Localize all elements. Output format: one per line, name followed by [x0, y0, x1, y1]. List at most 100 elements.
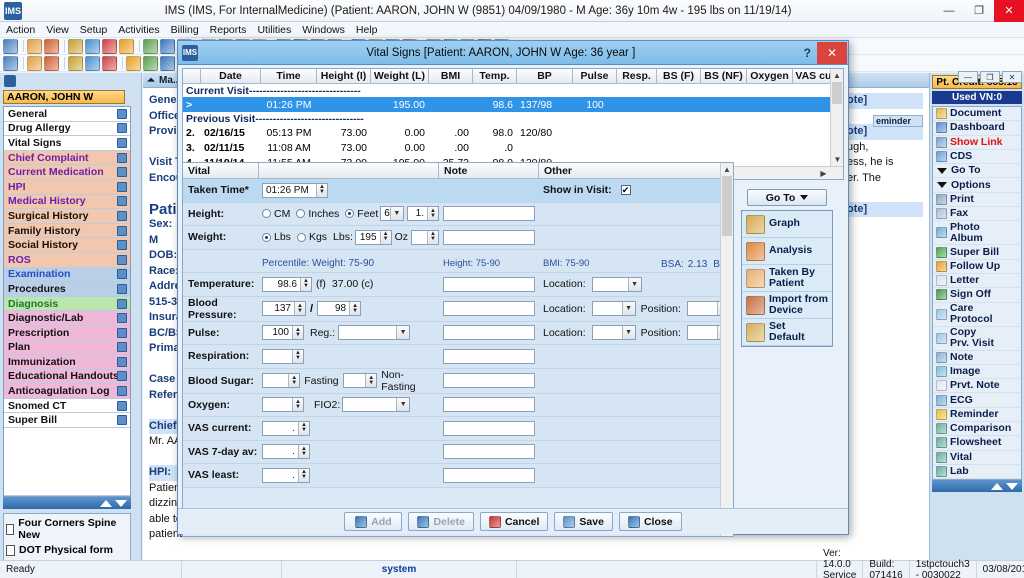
- sidebar-item-social-history[interactable]: Social History: [4, 238, 130, 253]
- bs-fasting-spinner-icon[interactable]: ▲ ▼: [288, 374, 300, 387]
- height-unit-feet-radio[interactable]: [345, 209, 355, 219]
- grid-row[interactable]: >01:26 PM 195.00 98.6 137/98 100: [183, 97, 843, 112]
- close-button[interactable]: Close: [618, 512, 682, 531]
- menu-item-setup[interactable]: Setup: [80, 24, 107, 36]
- temp-location-select[interactable]: ▼: [591, 276, 642, 292]
- section-doc-icon[interactable]: [117, 210, 127, 221]
- right-item-follow-up[interactable]: Follow Up: [933, 260, 1021, 274]
- sidebar-item-diagnosis[interactable]: Diagnosis: [4, 296, 130, 312]
- grid-column-header[interactable]: Oxygen: [747, 69, 793, 83]
- height-inches-spinner-icon[interactable]: ▲ ▼: [427, 207, 438, 221]
- grid-column-header[interactable]: Pulse: [573, 69, 617, 83]
- sidebar-item-vital-signs[interactable]: Vital Signs: [4, 136, 130, 151]
- section-doc-icon[interactable]: [117, 298, 127, 309]
- menu-item-action[interactable]: Action: [6, 24, 35, 36]
- right-item-flowsheet[interactable]: Flowsheet: [933, 436, 1021, 451]
- blood-sugar-fasting-input[interactable]: ▲ ▼: [262, 373, 301, 388]
- blood-sugar-nonfasting-input[interactable]: ▲ ▼: [342, 373, 378, 388]
- goto-dropdown-button[interactable]: Go To: [747, 189, 827, 206]
- sidebar-item-surgical-history[interactable]: Surgical History: [4, 209, 130, 224]
- right-item-options[interactable]: Options: [933, 178, 1021, 193]
- section-doc-icon[interactable]: [117, 225, 127, 236]
- pulse-input[interactable]: 100 ▲ ▼: [262, 325, 304, 341]
- delete-button[interactable]: Delete: [408, 512, 474, 531]
- sidebar-item-educational-handouts[interactable]: Educational Handouts: [4, 369, 130, 385]
- add-button[interactable]: Add: [344, 512, 403, 531]
- chevron-down-icon[interactable]: ▼: [396, 398, 410, 412]
- action-set-default-button[interactable]: Set Default: [742, 319, 832, 346]
- bp-systolic-input[interactable]: 137 ▲ ▼: [262, 301, 306, 316]
- form-scroll-up-icon[interactable]: ▲: [721, 163, 733, 176]
- menu-item-utilities[interactable]: Utilities: [257, 24, 291, 36]
- section-doc-icon[interactable]: [117, 342, 127, 353]
- section-doc-icon[interactable]: [117, 415, 127, 426]
- right-item-super-bill[interactable]: Super Bill: [933, 245, 1021, 260]
- chevron-down-icon[interactable]: ▼: [621, 326, 635, 340]
- oxygen-note-input[interactable]: [443, 397, 535, 413]
- vas-current-note-input[interactable]: [443, 420, 535, 436]
- section-doc-icon[interactable]: [117, 181, 127, 192]
- sidebar-item-chief-complaint[interactable]: Chief Complaint: [4, 150, 130, 166]
- dialog-close-button[interactable]: ✕: [817, 41, 847, 64]
- right-item-show-link[interactable]: Show Link: [933, 136, 1021, 150]
- toolbar-icon-4[interactable]: [68, 55, 83, 71]
- toolbar-icon-7[interactable]: [119, 38, 134, 54]
- right-item-note[interactable]: Note: [933, 351, 1021, 365]
- weight-unit-lbs-radio[interactable]: [262, 232, 271, 242]
- respiration-note-input[interactable]: [443, 348, 535, 364]
- section-doc-icon[interactable]: [117, 313, 127, 324]
- section-doc-icon[interactable]: [117, 371, 127, 382]
- sidebar-item-immunization[interactable]: Immunization: [4, 355, 130, 370]
- grid-column-header[interactable]: BS (F): [657, 69, 701, 83]
- patient-name-field[interactable]: AARON, JOHN W: [3, 90, 125, 104]
- toolbar-icon-8[interactable]: [143, 55, 158, 71]
- vas-7day-input[interactable]: . ▲ ▼: [262, 444, 310, 460]
- section-doc-icon[interactable]: [117, 240, 127, 251]
- sidebar-item-ros[interactable]: ROS: [4, 252, 130, 268]
- toolbar-icon-4[interactable]: [68, 38, 83, 54]
- form-scroll-thumb[interactable]: [722, 176, 732, 236]
- menu-item-reports[interactable]: Reports: [210, 24, 247, 36]
- toolbar-icon-7[interactable]: [126, 55, 141, 71]
- menu-item-help[interactable]: Help: [356, 24, 378, 36]
- taken-time-spinner-icon[interactable]: ▲ ▼: [316, 183, 327, 197]
- sidebar-item-snomed-ct[interactable]: Snomed CT: [4, 398, 130, 414]
- section-doc-icon[interactable]: [117, 386, 127, 397]
- grid-row[interactable]: 2. 02/16/15 05:13 PM 73.00 0.00 .00 98.0 120/80…: [183, 125, 843, 140]
- vas-least-note-input[interactable]: [443, 467, 535, 483]
- right-item-go-to[interactable]: Go To: [933, 164, 1021, 179]
- toolbar-icon-5[interactable]: [85, 55, 100, 71]
- right-scroll-up-icon[interactable]: [991, 482, 1003, 490]
- right-item-cds[interactable]: CDS: [933, 150, 1021, 165]
- height-unit-cm-radio[interactable]: [262, 209, 271, 219]
- grid-vertical-scrollbar[interactable]: ▲ ▼: [830, 69, 843, 179]
- toolbar-icon-1[interactable]: [3, 38, 18, 54]
- action-graph-button[interactable]: Graph: [742, 211, 832, 238]
- height-inches-input[interactable]: 1. ▲ ▼: [406, 206, 439, 222]
- weight-lbs-input[interactable]: 195 ▲ ▼: [354, 229, 392, 245]
- nav-scroll-up-icon[interactable]: [100, 499, 112, 507]
- sidebar-item-diagnostic-lab[interactable]: Diagnostic/Lab: [4, 311, 130, 326]
- mdi-close-button[interactable]: ✕: [1002, 71, 1022, 83]
- weight-note-input[interactable]: [443, 229, 535, 245]
- weight-oz-input[interactable]: ▲ ▼: [410, 229, 439, 245]
- right-item-letter[interactable]: Letter: [933, 274, 1021, 289]
- vas-7day-note-input[interactable]: [443, 444, 535, 460]
- weight-lbs-spinner-icon[interactable]: ▲ ▼: [379, 230, 391, 244]
- height-note-input[interactable]: [443, 206, 535, 222]
- sidebar-item-general[interactable]: General: [4, 107, 130, 122]
- action-taken-by-patient-button[interactable]: Taken By Patient: [742, 265, 832, 292]
- blood-sugar-note-input[interactable]: [443, 373, 535, 388]
- section-doc-icon[interactable]: [117, 327, 127, 338]
- right-item-photo-album[interactable]: Photo Album: [933, 221, 1021, 246]
- help-button[interactable]: ?: [804, 46, 811, 60]
- section-doc-icon[interactable]: [117, 123, 127, 134]
- action-analysis-button[interactable]: Analysis: [742, 238, 832, 265]
- toolbar-icon-2[interactable]: [27, 38, 42, 54]
- close-button[interactable]: ✕: [994, 0, 1024, 22]
- right-item-dashboard[interactable]: Dashboard: [933, 121, 1021, 136]
- pulse-spinner-icon[interactable]: ▲ ▼: [292, 326, 303, 340]
- section-doc-icon[interactable]: [117, 283, 127, 294]
- chevron-down-icon[interactable]: ▼: [389, 207, 403, 221]
- grid-column-header[interactable]: Height (I): [317, 69, 371, 83]
